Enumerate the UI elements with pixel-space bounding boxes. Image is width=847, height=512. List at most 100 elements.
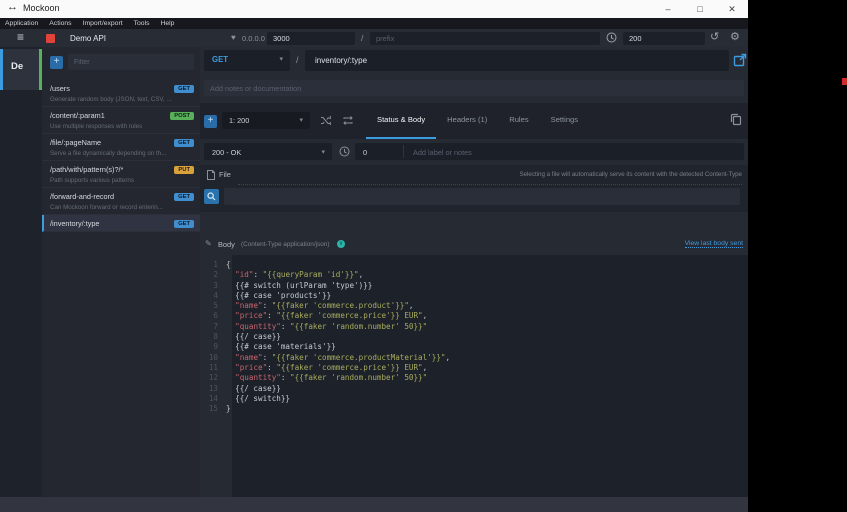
route-description: Serve a file dynamically depending on th… [50,150,167,157]
route-detail-panel: GET ▾ / + 1: 200 ▾ [200,47,748,497]
screen: ↔ Mockoon – □ ✕ Application Actions Import… [0,0,847,512]
body-editor[interactable]: 1{2 "id": "{{queryParam 'id'}}", 3 {{# sw… [200,255,748,497]
route-item[interactable]: /forward-and-record GET Can Mockoon forwar… [42,188,200,215]
line-number: 15 [208,404,218,414]
title-bar: ↔ Mockoon – □ ✕ [0,0,748,18]
add-response-button[interactable]: + [204,115,217,128]
status-footer [0,497,748,512]
port-input[interactable] [267,31,355,45]
minimize-button[interactable]: – [652,0,684,18]
sidebar-toggle-icon[interactable]: ≡ [17,30,24,44]
route-filter-input[interactable] [68,54,194,70]
line-number: 14 [208,393,218,403]
file-label: File [219,170,231,179]
route-path: /file/:pageName [50,138,102,147]
method-value: GET [212,55,229,64]
chevron-down-icon: ▾ [299,117,303,124]
response-selected: 1: 200 [229,116,250,125]
route-path-input[interactable] [305,50,729,71]
info-icon[interactable]: i [337,240,345,248]
file-section: File Selecting a file will automatically… [200,165,748,212]
code-line: 6 "price": "{{faker 'commerce.price'}} E… [200,311,748,321]
code-line: 12 "quantity": "{{faker 'random.number' … [200,373,748,383]
red-artifact [842,78,847,85]
menu-item-help[interactable]: Help [160,20,174,27]
line-number: 8 [213,332,218,342]
line-number: 2 [213,270,218,280]
latency-clock-icon [606,32,617,43]
path-separator: / [296,55,299,65]
add-route-button[interactable]: + [50,56,63,69]
code-line: 14 {{/ switch}} [200,394,748,404]
status-code-dropdown[interactable]: 200 - OK ▾ [204,143,332,160]
close-button[interactable]: ✕ [716,0,748,18]
response-label-placeholder[interactable]: Add label or notes [413,148,472,157]
menu-item-actions[interactable]: Actions [49,20,71,27]
browse-file-button[interactable] [204,189,219,204]
code-line: 5 "name": "{{faker 'commerce.product'}}"… [200,301,748,311]
tab-rules[interactable]: Rules [498,103,539,139]
screen-black-margin [748,0,847,512]
menu-item-tools[interactable]: Tools [134,20,150,27]
route-list: /users GET Generate random body (JSON, tex… [42,80,200,232]
method-dropdown[interactable]: GET ▾ [204,50,290,71]
maximize-button[interactable]: □ [684,0,716,18]
window-controls: – □ ✕ [652,0,748,18]
menu-item-import-export[interactable]: Import/export [83,20,123,27]
random-response-icon[interactable] [320,115,331,126]
view-last-body-link[interactable]: View last body sent [684,240,743,248]
code-line: 9 {{# case 'materials'}} [200,342,748,352]
logs-history-icon[interactable]: ↺ [710,30,719,43]
response-latency-clock-icon [339,146,350,157]
prefix-input[interactable] [370,31,600,45]
line-number: 6 [213,311,218,321]
tab-status-body[interactable]: Status & Body [366,103,437,139]
response-bar: + 1: 200 ▾ Status & Body Headers (1) Rules… [200,103,748,139]
window-title: Mockoon [23,3,60,13]
route-description: Can Mockoon forward or record enterin... [50,204,163,211]
response-dropdown[interactable]: 1: 200 ▾ [222,112,310,129]
mockoon-logo-icon: ↔ [7,1,18,13]
settings-gear-icon[interactable]: ⚙ [730,30,740,43]
file-path-underline[interactable] [238,184,742,185]
stop-server-button[interactable] [46,33,55,43]
response-latency-and-label[interactable]: 0 Add label or notes [355,143,744,160]
route-notes-input[interactable] [204,80,744,96]
chevron-down-icon: ▾ [321,148,325,156]
tab-headers-1-[interactable]: Headers (1) [436,103,498,139]
response-tabs: Status & Body Headers (1) Rules Settings [366,103,589,139]
route-item[interactable]: /path/with/pattern(s)?/* PUT Path supports… [42,161,200,188]
route-item[interactable]: /content/:param1 POST Use multiple respons… [42,107,200,134]
route-path: /content/:param1 [50,111,105,120]
routes-sidebar: + /usersGETGenerate random body (JSON, t… [42,47,200,497]
route-description: Path supports various patterns [50,177,134,184]
environments-column: De [0,47,42,497]
method-badge: PUT [174,165,194,174]
body-header: ✎ Body (Content-Type application/json) i… [200,237,748,255]
line-number: 4 [213,290,218,300]
route-item[interactable]: /inventory/:type GET [42,215,200,232]
environment-item-demo-api[interactable]: De [0,49,42,90]
route-item[interactable]: /users GET Generate random body (JSON, tex… [42,80,200,107]
route-item[interactable]: /file/:pageName GET Serve a file dynamical… [42,134,200,161]
duplicate-response-icon[interactable] [730,113,742,126]
body-label: Body [218,240,235,249]
line-number: 5 [213,301,218,311]
method-badge: GET [174,192,194,201]
route-path: /users [50,84,70,93]
chevron-down-icon: ▾ [279,56,283,63]
route-path: /path/with/pattern(s)?/* [50,165,124,174]
menu-item-application[interactable]: Application [5,20,38,27]
environment-latency-input[interactable] [623,31,705,45]
line-number: 12 [208,373,218,383]
code-line: 10 "name": "{{faker 'commerce.productMat… [200,353,748,363]
file-path-input[interactable] [224,188,740,205]
route-path: /inventory/:type [50,219,100,228]
sequential-response-icon[interactable] [342,115,354,126]
open-in-browser-icon[interactable] [733,53,747,67]
tab-settings[interactable]: Settings [540,103,589,139]
code-line: 4 {{# case 'products'}} [200,291,748,301]
file-hint: Selecting a file will automatically serv… [519,171,742,178]
method-badge: GET [174,138,194,147]
response-latency-value[interactable]: 0 [363,148,367,157]
